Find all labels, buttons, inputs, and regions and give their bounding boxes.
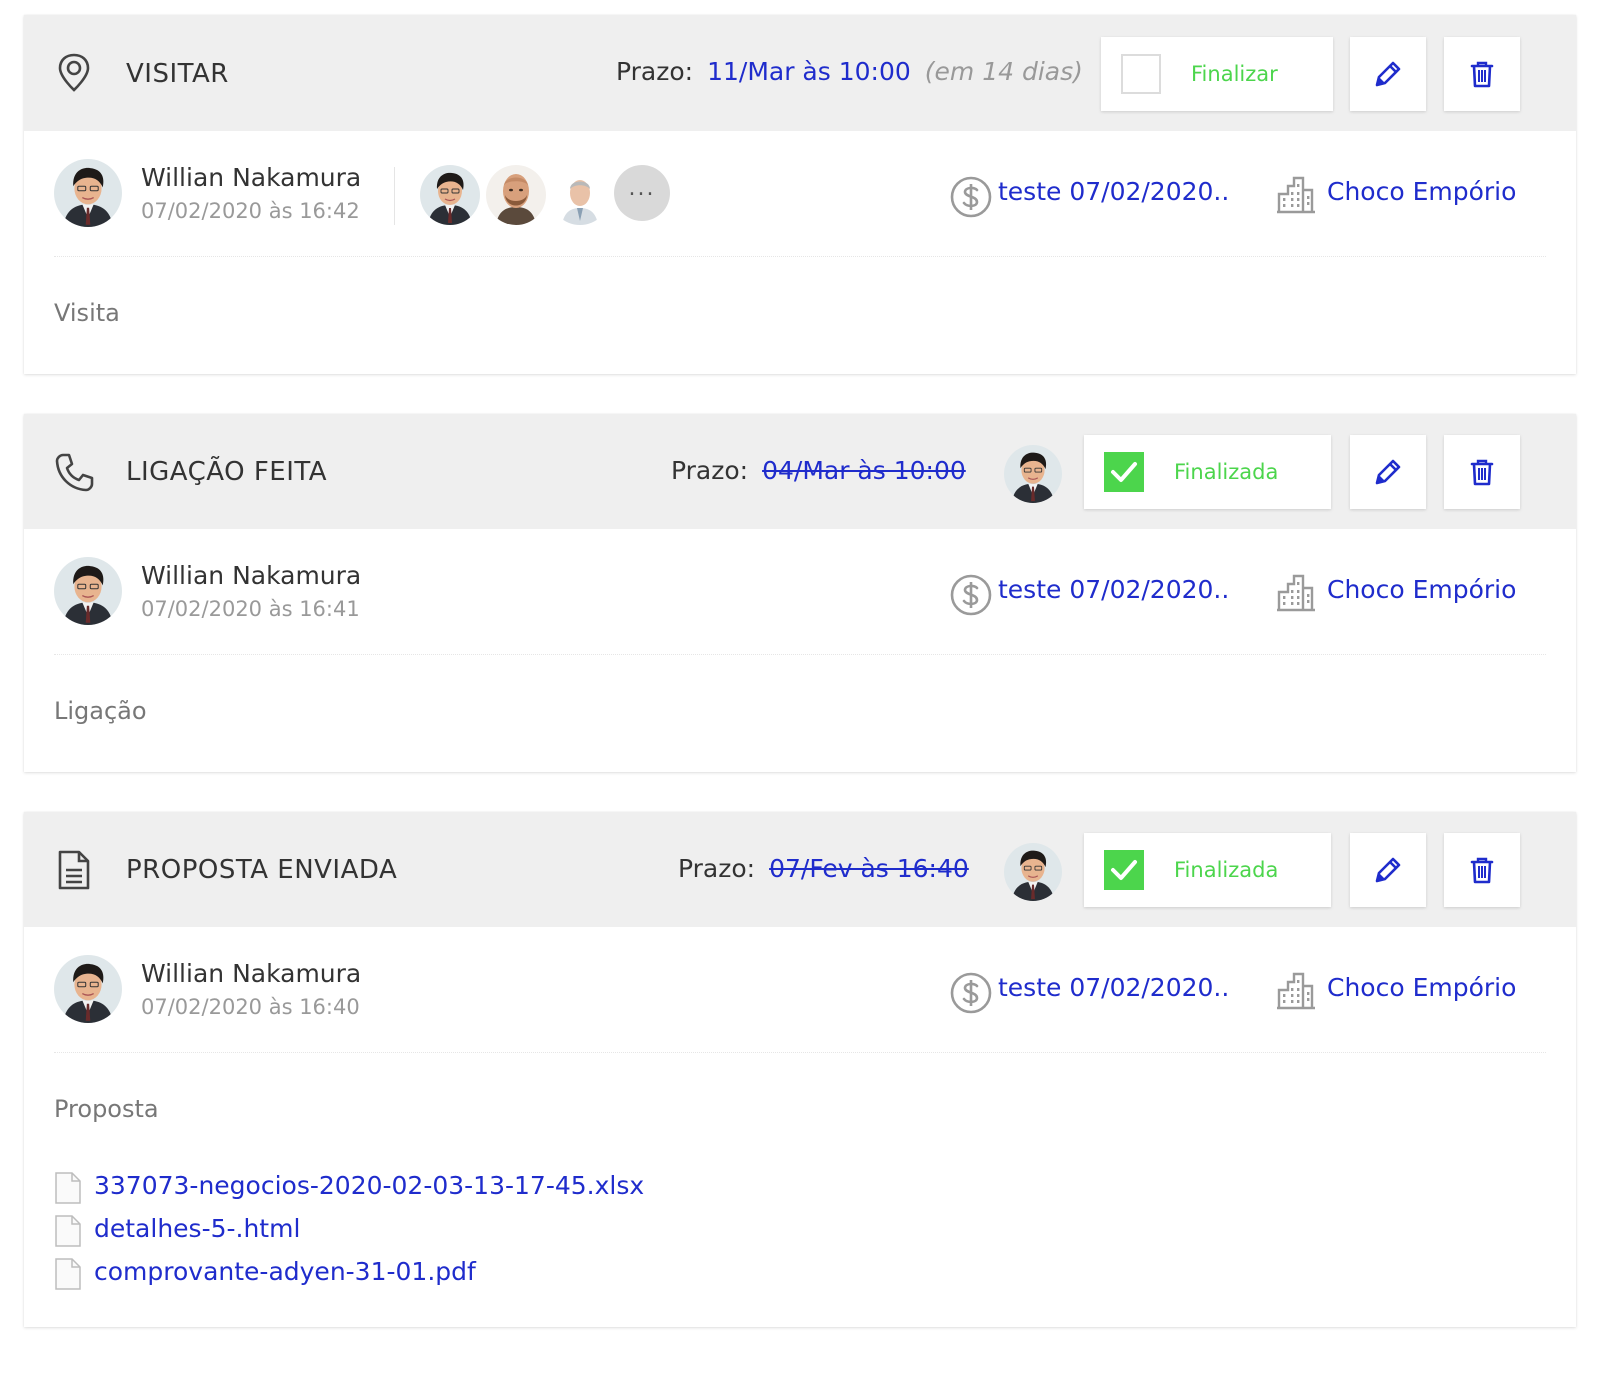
file-icon	[54, 1215, 82, 1247]
deadline-label: Prazo:	[671, 456, 749, 485]
delete-button[interactable]	[1444, 833, 1520, 907]
task-card: PROPOSTA ENVIADA Prazo: 07/Fev às 16:40 F…	[24, 812, 1576, 1327]
deal-link[interactable]: teste 07/02/2020..	[998, 973, 1229, 1002]
dollar-icon	[949, 175, 993, 219]
task-card: VISITAR Prazo: 11/Mar às 10:00 (em 14 dias…	[24, 15, 1576, 374]
building-icon	[1276, 174, 1316, 214]
author-name: Willian Nakamura	[141, 959, 362, 988]
check-icon	[1110, 857, 1138, 883]
finish-checkbox[interactable]	[1104, 452, 1144, 492]
divider	[54, 256, 1546, 257]
finish-checkbox[interactable]	[1121, 54, 1161, 94]
document-icon	[58, 850, 90, 890]
task-description: Ligação	[54, 697, 147, 725]
task-body: Willian Nakamura 07/02/2020 às 16:42 ...…	[24, 131, 1576, 374]
finish-label: Finalizar	[1191, 62, 1278, 86]
deadline-relative: (em 14 dias)	[924, 57, 1083, 86]
attachment-link[interactable]: detalhes-5-.html	[94, 1214, 300, 1243]
deal-link[interactable]: teste 07/02/2020..	[998, 575, 1229, 604]
created-date: 07/02/2020 às 16:41	[141, 597, 360, 621]
finish-button[interactable]: Finalizada	[1084, 833, 1331, 907]
building-icon	[1276, 572, 1316, 612]
task-body: Willian Nakamura 07/02/2020 às 16:41 tes…	[24, 529, 1576, 772]
task-type: VISITAR	[126, 59, 229, 89]
task-header: LIGAÇÃO FEITA Prazo: 04/Mar às 10:00 Fina…	[24, 414, 1576, 529]
deadline-date[interactable]: 11/Mar às 10:00	[707, 57, 911, 86]
deadline-date[interactable]: 07/Fev às 16:40	[769, 854, 969, 883]
participant-avatar[interactable]	[486, 165, 546, 225]
divider	[54, 1052, 1546, 1053]
edit-button[interactable]	[1350, 833, 1426, 907]
author-name: Willian Nakamura	[141, 163, 362, 192]
deadline-label: Prazo:	[616, 57, 694, 86]
more-participants-button[interactable]: ...	[614, 165, 670, 221]
task-type: LIGAÇÃO FEITA	[126, 457, 328, 487]
responsible-avatar[interactable]	[1004, 843, 1062, 901]
delete-button[interactable]	[1444, 435, 1520, 509]
edit-button[interactable]	[1350, 435, 1426, 509]
finish-button[interactable]: Finalizar	[1101, 37, 1333, 111]
task-type: PROPOSTA ENVIADA	[126, 855, 398, 885]
deal-link[interactable]: teste 07/02/2020..	[998, 177, 1229, 206]
task-header: PROPOSTA ENVIADA Prazo: 07/Fev às 16:40 F…	[24, 812, 1576, 927]
author-avatar[interactable]	[54, 955, 122, 1023]
deadline: Prazo: 04/Mar às 10:00	[671, 456, 966, 485]
edit-button[interactable]	[1350, 37, 1426, 111]
delete-button[interactable]	[1444, 37, 1520, 111]
check-icon	[1110, 459, 1138, 485]
task-header: VISITAR Prazo: 11/Mar às 10:00 (em 14 dias…	[24, 15, 1576, 131]
responsible-avatar[interactable]	[1004, 445, 1062, 503]
author-name: Willian Nakamura	[141, 561, 362, 590]
company-link[interactable]: Choco Empório	[1327, 973, 1516, 1002]
finish-label: Finalizada	[1174, 858, 1279, 882]
created-date: 07/02/2020 às 16:40	[141, 995, 360, 1019]
dollar-icon	[949, 971, 993, 1015]
deadline: Prazo: 07/Fev às 16:40	[678, 854, 969, 883]
trash-icon	[1467, 59, 1497, 89]
deadline-label: Prazo:	[678, 854, 756, 883]
task-body: Willian Nakamura 07/02/2020 às 16:40 tes…	[24, 927, 1576, 1327]
task-description: Visita	[54, 299, 120, 327]
pencil-icon	[1373, 457, 1403, 487]
company-link[interactable]: Choco Empório	[1327, 575, 1516, 604]
pencil-icon	[1373, 855, 1403, 885]
task-description: Proposta	[54, 1095, 159, 1123]
dollar-icon	[949, 573, 993, 617]
participants-divider	[394, 167, 395, 225]
divider	[54, 654, 1546, 655]
map-pin-icon	[58, 53, 90, 92]
finish-label: Finalizada	[1174, 460, 1279, 484]
author-avatar[interactable]	[54, 557, 122, 625]
trash-icon	[1467, 457, 1497, 487]
author-avatar[interactable]	[54, 159, 122, 227]
file-icon	[54, 1172, 82, 1204]
file-icon	[54, 1258, 82, 1290]
trash-icon	[1467, 855, 1497, 885]
finish-button[interactable]: Finalizada	[1084, 435, 1331, 509]
company-link[interactable]: Choco Empório	[1327, 177, 1516, 206]
task-card: LIGAÇÃO FEITA Prazo: 04/Mar às 10:00 Fina…	[24, 414, 1576, 772]
created-date: 07/02/2020 às 16:42	[141, 199, 360, 223]
finish-checkbox[interactable]	[1104, 850, 1144, 890]
building-icon	[1276, 970, 1316, 1010]
participant-avatar[interactable]	[550, 165, 610, 225]
deadline-date[interactable]: 04/Mar às 10:00	[762, 456, 966, 485]
attachment-link[interactable]: comprovante-adyen-31-01.pdf	[94, 1257, 476, 1286]
pencil-icon	[1373, 59, 1403, 89]
deadline: Prazo: 11/Mar às 10:00 (em 14 dias)	[616, 57, 1083, 86]
phone-icon	[55, 453, 94, 492]
attachment-link[interactable]: 337073-negocios-2020-02-03-13-17-45.xlsx	[94, 1171, 644, 1200]
participant-avatar[interactable]	[420, 165, 480, 225]
